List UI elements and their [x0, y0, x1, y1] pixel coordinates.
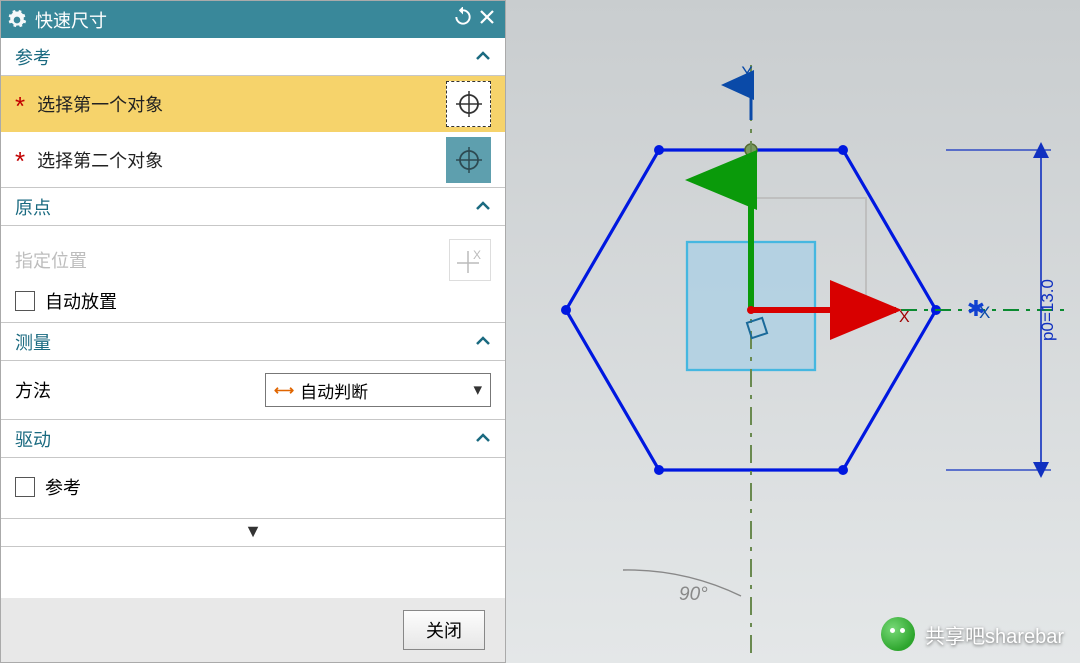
rapid-dimension-dialog: 快速尺寸 参考 * 选择第一个对象 * 选择第二个对象 原点: [0, 0, 506, 663]
section-reference-title: 参考: [15, 44, 51, 70]
select-second-object-row[interactable]: * 选择第二个对象: [1, 132, 505, 188]
auto-judge-icon: ⟷: [274, 382, 294, 399]
svg-text:X: X: [473, 248, 481, 262]
chevron-up-icon: [475, 46, 491, 67]
svg-text:✱: ✱: [967, 296, 985, 321]
section-drive-body: 参考: [1, 458, 505, 518]
dialog-title: 快速尺寸: [35, 7, 451, 33]
auto-place-row[interactable]: 自动放置: [15, 282, 491, 314]
section-origin-body: 指定位置 X 自动放置: [1, 226, 505, 323]
caret-down-icon: ▾: [473, 380, 482, 400]
auto-place-label: 自动放置: [45, 288, 117, 314]
required-asterisk-icon: *: [15, 146, 25, 177]
angle-label: 90°: [679, 584, 708, 605]
dialog-footer: 关闭: [1, 598, 505, 662]
select-first-object-label: 选择第一个对象: [37, 91, 446, 117]
method-dropdown[interactable]: ⟷ 自动判断 ▾: [265, 373, 491, 407]
method-label: 方法: [15, 377, 245, 403]
section-origin-title: 原点: [15, 194, 51, 220]
close-icon[interactable]: [475, 8, 499, 31]
gear-icon[interactable]: [7, 10, 27, 30]
expand-more-row[interactable]: ▼: [1, 518, 505, 547]
watermark-text: 共享吧sharebar: [925, 620, 1064, 649]
pick-second-object-button[interactable]: [446, 137, 491, 183]
section-measure-title: 测量: [15, 329, 51, 355]
chevron-down-icon: ▼: [244, 521, 262, 541]
section-drive-title: 驱动: [15, 426, 51, 452]
axis-y-label: Y: [742, 157, 753, 174]
auto-place-checkbox[interactable]: [15, 291, 35, 311]
select-first-object-row[interactable]: * 选择第一个对象: [1, 76, 505, 132]
reference-row[interactable]: 参考: [15, 468, 491, 500]
axis-y-top: Y: [741, 63, 752, 82]
sketch-viewport[interactable]: Y Y X X ✱ p0=13.0 90° 共享吧sharebar: [506, 0, 1080, 663]
watermark: 共享吧sharebar: [881, 617, 1064, 651]
reset-icon[interactable]: [451, 7, 475, 32]
select-second-object-label: 选择第二个对象: [37, 147, 446, 173]
section-origin-header[interactable]: 原点: [1, 188, 505, 226]
reference-checkbox[interactable]: [15, 477, 35, 497]
pick-first-object-button[interactable]: [446, 81, 491, 127]
close-button[interactable]: 关闭: [403, 610, 485, 650]
section-measure-body: 方法 ⟷ 自动判断 ▾: [1, 361, 505, 420]
specify-location-button[interactable]: X: [449, 239, 491, 281]
chevron-up-icon: [475, 428, 491, 449]
section-measure-header[interactable]: 测量: [1, 323, 505, 361]
chevron-up-icon: [475, 196, 491, 217]
required-asterisk-icon: *: [15, 91, 25, 122]
specify-location-label: 指定位置: [15, 247, 87, 273]
titlebar[interactable]: 快速尺寸: [1, 1, 505, 38]
section-drive-header[interactable]: 驱动: [1, 420, 505, 458]
dimension-label[interactable]: p0=13.0: [1038, 279, 1057, 341]
axis-x-red: X: [899, 309, 910, 326]
method-value: 自动判断: [300, 378, 368, 403]
reference-label: 参考: [45, 474, 81, 500]
chevron-up-icon: [475, 331, 491, 352]
section-reference-header[interactable]: 参考: [1, 38, 505, 76]
wechat-icon: [881, 617, 915, 651]
